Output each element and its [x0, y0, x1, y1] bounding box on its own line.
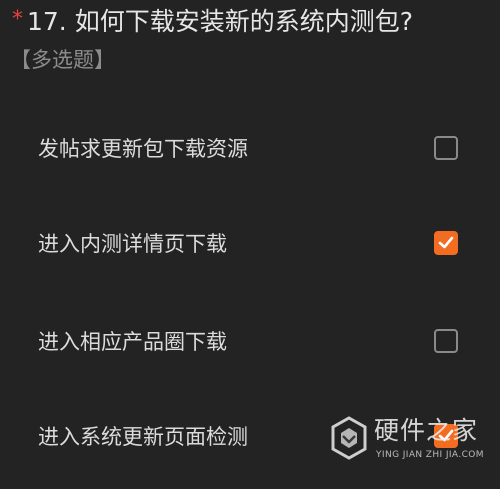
hexagon-logo-icon [331, 416, 367, 460]
option-checkbox[interactable] [434, 329, 458, 353]
question-title: * 17. 如何下载安装新的系统内测包? [12, 4, 413, 42]
required-asterisk: * [12, 7, 23, 32]
option-item-1[interactable]: 发帖求更新包下载资源 [0, 120, 500, 180]
option-checkbox[interactable] [434, 231, 458, 255]
option-checkbox[interactable] [434, 136, 458, 160]
question-type-label: 【多选题】 [10, 48, 115, 72]
question-title-text: 17. 如何下载安装新的系统内测包? [27, 7, 413, 36]
option-label: 发帖求更新包下载资源 [38, 137, 248, 161]
option-item-3[interactable]: 进入相应产品圈下载 [0, 313, 500, 373]
option-item-2[interactable]: 进入内测详情页下载 [0, 215, 500, 275]
option-label: 进入相应产品圈下载 [38, 330, 227, 354]
survey-question-screen: * 17. 如何下载安装新的系统内测包? 【多选题】 发帖求更新包下载资源 进入内… [0, 0, 500, 489]
watermark: 硬件之家 YING JIAN ZHI JIA.COM [330, 412, 500, 472]
checkmark-icon [438, 236, 454, 249]
watermark-url: YING JIAN ZHI JIA.COM [376, 450, 484, 460]
watermark-name: 硬件之家 [374, 416, 479, 445]
option-label: 进入内测详情页下载 [38, 232, 227, 256]
option-label: 进入系统更新页面检测 [38, 425, 248, 449]
